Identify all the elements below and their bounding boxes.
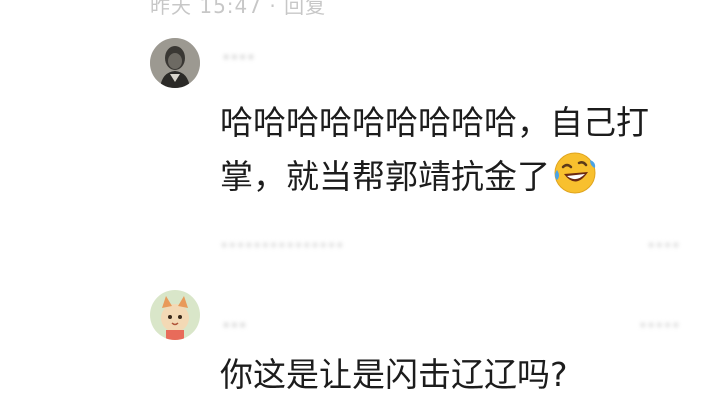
comment-text: 哈哈哈哈哈哈哈哈哈，自己打 掌，就当帮郭靖抗金了: [220, 96, 649, 212]
previous-comment-meta-text: 昨天 15:47 · 回复: [150, 0, 327, 18]
rolling-laughing-emoji-icon: [552, 150, 598, 212]
comment-text-line: 掌，就当帮郭靖抗金了: [220, 150, 649, 212]
comment-meta: •••••: [220, 318, 680, 336]
portrait-avatar-icon: [150, 38, 200, 88]
avatar[interactable]: [150, 38, 200, 88]
like-button[interactable]: •••••: [639, 318, 680, 334]
comment-text-line: 你这是让是闪击辽辽吗?: [220, 355, 568, 394]
username[interactable]: ••••: [222, 50, 255, 66]
comment-text-line: 哈哈哈哈哈哈哈哈哈，自己打: [220, 103, 649, 142]
previous-comment-meta: 昨天 15:47 · 回复: [150, 0, 326, 19]
cartoon-avatar-icon: [150, 290, 200, 340]
comment-meta-text: •••••••••••••••: [220, 238, 344, 254]
avatar[interactable]: [150, 290, 200, 340]
like-button[interactable]: ••••: [647, 238, 680, 254]
comment-meta: ••••••••••••••• ••••: [220, 238, 680, 256]
comment-text: 你这是让是闪击辽辽吗?: [220, 348, 568, 402]
